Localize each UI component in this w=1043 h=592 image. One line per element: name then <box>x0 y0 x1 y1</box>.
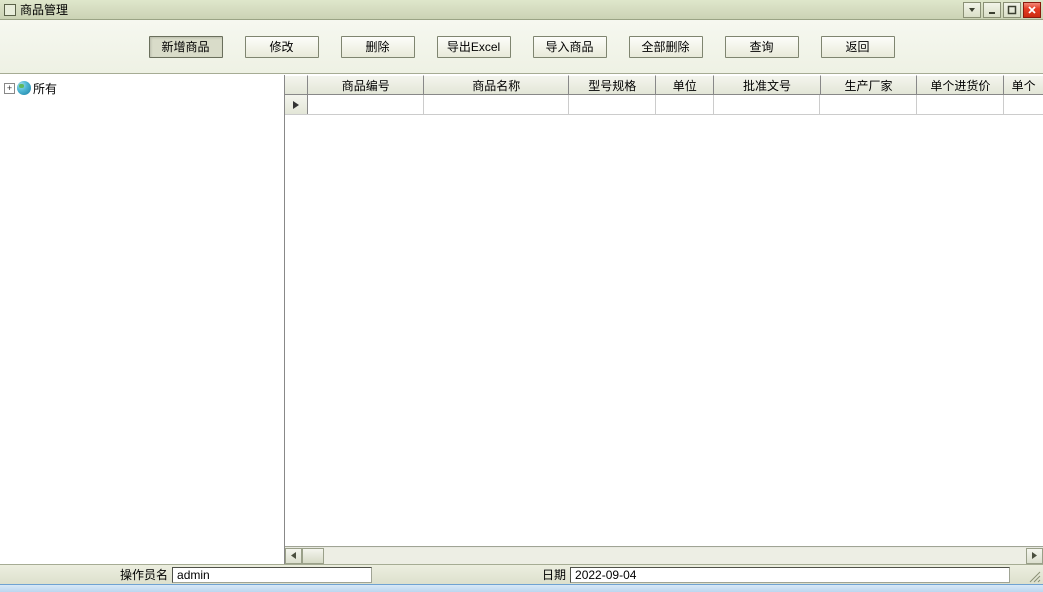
close-button[interactable] <box>1023 2 1041 18</box>
edit-button[interactable]: 修改 <box>245 36 319 58</box>
col-model-spec[interactable]: 型号规格 <box>569 75 656 94</box>
col-unit-purchase-price[interactable]: 单个进货价 <box>917 75 1004 94</box>
date-label: 日期 <box>542 566 566 583</box>
grid-body[interactable] <box>285 95 1043 546</box>
scroll-left-button[interactable] <box>285 548 302 564</box>
horizontal-scrollbar <box>285 546 1043 564</box>
cell-unit-partial[interactable] <box>1004 95 1043 114</box>
scrollbar-thumb[interactable] <box>302 548 324 564</box>
tree-root-item[interactable]: + 所有 <box>4 79 280 97</box>
cell-model-spec[interactable] <box>569 95 656 114</box>
delete-button[interactable]: 删除 <box>341 36 415 58</box>
scrollbar-track[interactable] <box>302 548 1026 564</box>
status-date-section: 日期 2022-09-04 <box>542 566 1010 583</box>
col-unit[interactable]: 单位 <box>656 75 714 94</box>
tree-root-label: 所有 <box>33 80 57 97</box>
grid-header: 商品编号 商品名称 型号规格 单位 批准文号 生产厂家 单个进货价 单个 <box>285 75 1043 95</box>
product-grid-panel: 商品编号 商品名称 型号规格 单位 批准文号 生产厂家 单个进货价 单个 <box>285 75 1043 564</box>
row-indicator-header <box>285 75 308 94</box>
cell-product-code[interactable] <box>308 95 424 114</box>
export-excel-button[interactable]: 导出Excel <box>437 36 511 58</box>
table-row[interactable] <box>285 95 1043 115</box>
cell-manufacturer[interactable] <box>820 95 917 114</box>
back-button[interactable]: 返回 <box>821 36 895 58</box>
app-icon <box>4 4 16 16</box>
taskbar-edge <box>0 584 1043 592</box>
cell-unit-purchase-price[interactable] <box>917 95 1004 114</box>
col-unit-partial[interactable]: 单个 <box>1004 75 1043 94</box>
resize-grip-icon[interactable] <box>1027 569 1041 583</box>
window-titlebar: 商品管理 <box>0 0 1043 20</box>
delete-all-button[interactable]: 全部删除 <box>629 36 703 58</box>
col-approval-number[interactable]: 批准文号 <box>714 75 820 94</box>
import-product-button[interactable]: 导入商品 <box>533 36 607 58</box>
col-manufacturer[interactable]: 生产厂家 <box>821 75 918 94</box>
titlebar-left: 商品管理 <box>0 1 68 18</box>
toolbar: 新增商品 修改 删除 导出Excel 导入商品 全部删除 查询 返回 <box>0 20 1043 74</box>
window-controls <box>963 2 1043 18</box>
window-title: 商品管理 <box>20 1 68 18</box>
col-product-code[interactable]: 商品编号 <box>308 75 424 94</box>
minimize-button[interactable] <box>983 2 1001 18</box>
category-tree-panel: + 所有 <box>0 75 285 564</box>
date-value: 2022-09-04 <box>570 567 1010 583</box>
operator-label: 操作员名 <box>120 566 168 583</box>
maximize-button[interactable] <box>1003 2 1021 18</box>
current-row-indicator-icon <box>285 95 308 114</box>
add-product-button[interactable]: 新增商品 <box>149 36 223 58</box>
minimize-button-secondary[interactable] <box>963 2 981 18</box>
cell-product-name[interactable] <box>424 95 569 114</box>
scroll-right-button[interactable] <box>1026 548 1043 564</box>
main-area: + 所有 商品编号 商品名称 型号规格 单位 批准文号 生产厂家 单个进货价 单… <box>0 74 1043 564</box>
status-bar: 操作员名 admin 日期 2022-09-04 <box>0 564 1043 584</box>
cell-unit[interactable] <box>656 95 714 114</box>
globe-icon <box>17 81 31 95</box>
tree-expander-icon[interactable]: + <box>4 83 15 94</box>
col-product-name[interactable]: 商品名称 <box>424 75 569 94</box>
operator-value: admin <box>172 567 372 583</box>
query-button[interactable]: 查询 <box>725 36 799 58</box>
status-operator-section: 操作员名 admin <box>120 566 372 583</box>
cell-approval-number[interactable] <box>714 95 820 114</box>
